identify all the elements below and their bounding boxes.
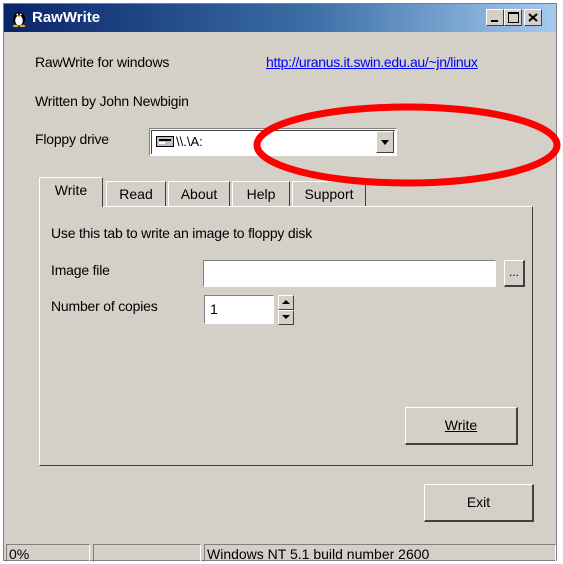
minimize-button[interactable] [486,9,504,26]
tab-help[interactable]: Help [232,181,290,207]
status-progress: 0% [6,544,90,562]
tab-write[interactable]: Write [39,177,103,207]
window-title: RawWrite [32,9,101,26]
copies-decrement[interactable] [278,310,294,325]
tab-help-label: Help [246,186,276,202]
chevron-down-icon [381,140,389,145]
floppy-drive-icon [156,136,174,147]
floppy-drive-select[interactable]: \\.\A: [149,128,397,156]
image-file-label: Image file [51,262,110,278]
floppy-drive-value: \\.\A: [176,134,203,149]
write-button[interactable]: Write [405,407,518,445]
penguin-icon [12,12,26,27]
tab-about[interactable]: About [168,181,230,207]
status-middle [93,544,201,562]
title-bar[interactable]: RawWrite [4,4,556,32]
dropdown-button[interactable] [376,131,394,153]
floppy-drive-label: Floppy drive [35,131,109,147]
minimize-icon [491,20,498,22]
maximize-button[interactable] [504,9,522,26]
app-name-label: RawWrite for windows [35,54,170,70]
close-icon [528,13,538,22]
exit-button[interactable]: Exit [424,484,534,522]
author-label: Written by John Newbigin [35,93,189,109]
browse-button[interactable]: ... [504,260,525,287]
copies-input[interactable]: 1 [204,295,274,324]
write-instructions: Use this tab to write an image to floppy… [51,225,313,241]
write-tab-panel: Use this tab to write an image to floppy… [39,206,533,466]
tab-support-label: Support [304,186,354,202]
main-window: RawWrite RawWrite for windows http://ura… [3,3,557,562]
arrow-down-icon [282,315,290,319]
arrow-up-icon [282,300,290,304]
copies-increment[interactable] [278,295,294,310]
copies-label: Number of copies [51,298,158,314]
image-file-input[interactable] [203,260,496,287]
status-system: Windows NT 5.1 build number 2600 [204,544,556,562]
homepage-link[interactable]: http://uranus.it.swin.edu.au/~jn/linux [266,54,478,70]
tab-write-label: Write [54,182,88,198]
tab-support[interactable]: Support [292,181,366,207]
maximize-icon [508,12,519,23]
tab-read-label: Read [119,186,153,202]
close-button[interactable] [524,9,542,26]
tab-about-label: About [180,186,218,202]
tab-read[interactable]: Read [106,181,166,207]
